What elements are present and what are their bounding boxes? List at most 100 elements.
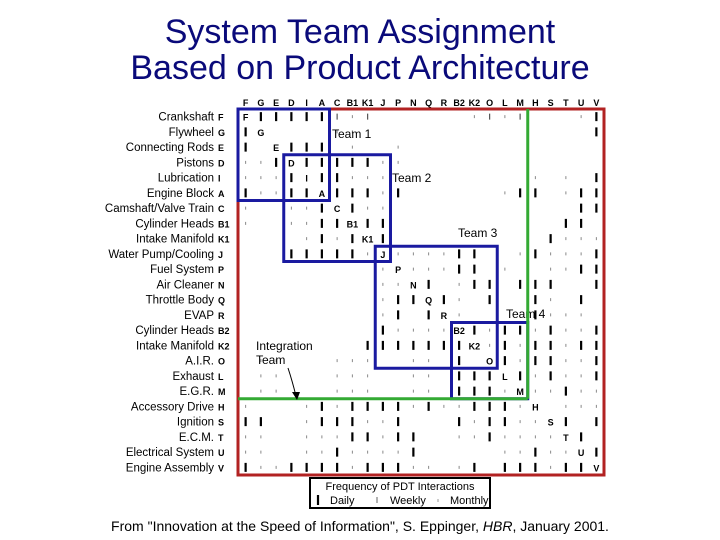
column-header-g: G	[257, 98, 264, 108]
column-header-j: J	[380, 98, 385, 108]
diagonal-code: P	[395, 265, 401, 275]
row-code: A	[218, 189, 225, 199]
legend-daily-label: Daily	[330, 495, 355, 507]
column-header-h: H	[532, 98, 539, 108]
diagonal-code: L	[502, 372, 508, 382]
column-header-a: A	[319, 98, 326, 108]
row-code: K1	[218, 235, 230, 245]
diagonal-code: K1	[362, 235, 374, 245]
column-header-s: S	[548, 98, 554, 108]
row-label: Fuel System	[150, 264, 214, 276]
row-code: P	[218, 265, 224, 275]
row-label: Accessory Drive	[131, 401, 214, 413]
column-header-b2: B2	[453, 98, 465, 108]
column-header-m: M	[516, 98, 524, 108]
row-code: C	[218, 204, 225, 214]
source-caption: From "Innovation at the Speed of Informa…	[0, 518, 720, 534]
row-code: E	[218, 143, 224, 153]
integration-arrow-line	[287, 367, 297, 397]
row-label: Cylinder Heads	[135, 325, 214, 337]
row-label: Throttle Body	[146, 295, 215, 307]
column-header-c: C	[334, 98, 341, 108]
row-label: Electrical System	[126, 447, 214, 459]
column-header-d: D	[288, 98, 295, 108]
caption-journal: HBR	[482, 518, 513, 534]
row-label: Intake Manifold	[136, 234, 214, 246]
row-code: U	[218, 448, 225, 458]
column-headers: F G E D I A C B1 K1 J P N Q R B2 K2 O L M H S T U V	[243, 98, 600, 108]
column-header-p: P	[395, 98, 401, 108]
row-code: S	[218, 418, 224, 428]
team-label: Team 3	[458, 226, 498, 240]
row-code: I	[218, 174, 221, 184]
row-label: Camshaft/Valve Train	[105, 203, 214, 215]
row-code: R	[218, 311, 225, 321]
column-header-e: E	[273, 98, 279, 108]
row-code: K2	[218, 341, 230, 351]
diagonal-code: K2	[469, 341, 481, 351]
column-header-l: L	[502, 98, 508, 108]
column-header-k2: K2	[469, 98, 481, 108]
row-label: Ignition	[177, 417, 214, 429]
diagonal-code: E	[273, 143, 279, 153]
row-code: T	[218, 433, 224, 443]
row-label: Exhaust	[172, 371, 214, 383]
column-header-i: I	[305, 98, 308, 108]
row-code: B2	[218, 326, 230, 336]
row-label: Air Cleaner	[156, 279, 214, 291]
diagonal-code: R	[441, 311, 448, 321]
column-header-q: Q	[425, 98, 432, 108]
row-code: Q	[218, 296, 225, 306]
column-header-f: F	[243, 98, 249, 108]
diagonal-code: D	[288, 158, 295, 168]
column-header-u: U	[578, 98, 585, 108]
diagonal-code: I	[305, 174, 308, 184]
diagonal-code: H	[532, 402, 539, 412]
legend-title: Frequency of PDT Interactions	[326, 481, 475, 493]
row-code: D	[218, 158, 225, 168]
row-code: O	[218, 357, 225, 367]
diagonal-code: O	[486, 357, 493, 367]
caption-suffix: , January 2001.	[512, 518, 609, 534]
diagonal-code: M	[516, 387, 524, 397]
row-label: E.C.M.	[179, 432, 214, 444]
row-label: Connecting Rods	[126, 142, 214, 154]
diagonal-code: V	[593, 463, 599, 473]
column-header-o: O	[486, 98, 493, 108]
legend-weekly-label: Weekly	[390, 495, 426, 507]
integration-team-label-2: Team	[256, 353, 285, 367]
row-label: Lubrication	[158, 173, 214, 185]
row-code: M	[218, 387, 226, 397]
row-code: L	[218, 372, 224, 382]
row-label: Cylinder Heads	[135, 218, 214, 230]
row-label: Engine Block	[147, 188, 214, 200]
row-label: A.I.R.	[185, 356, 214, 368]
diagonal-code: C	[334, 204, 341, 214]
diagonal-code: U	[578, 448, 585, 458]
team-label: Team 2	[392, 171, 432, 185]
diagonal-code: B2	[453, 326, 465, 336]
row-label: E.G.R.	[179, 386, 214, 398]
diagonal-code: G	[257, 128, 264, 138]
diagonal-code: T	[563, 433, 569, 443]
column-header-n: N	[410, 98, 417, 108]
diagonal-code: J	[380, 250, 385, 260]
diagonal-code: A	[319, 189, 326, 199]
row-labels: Crankshaft F Flywheel G Connecting Rods E Pist…	[105, 112, 230, 475]
row-label: Pistons	[176, 157, 214, 169]
caption-prefix: From "Innovation at the Speed of Informa…	[111, 518, 483, 534]
diagonal-codes: FGEDI AC B1K1 JPNQR B2 K2 OLMHSTUV	[243, 113, 600, 474]
team-label: Team 4	[506, 307, 546, 321]
diagonal-code: Q	[425, 296, 432, 306]
integration-team-label-1: Integration	[256, 339, 313, 353]
row-code: J	[218, 250, 223, 260]
column-header-r: R	[441, 98, 448, 108]
column-header-k1: K1	[362, 98, 374, 108]
row-code: G	[218, 128, 225, 138]
row-code: V	[218, 463, 224, 473]
row-code: B1	[218, 219, 230, 229]
diagonal-code: F	[243, 113, 249, 123]
diagonal-code: S	[548, 418, 554, 428]
team-label: Team 1	[332, 127, 372, 141]
row-label: Water Pump/Cooling	[108, 249, 214, 261]
